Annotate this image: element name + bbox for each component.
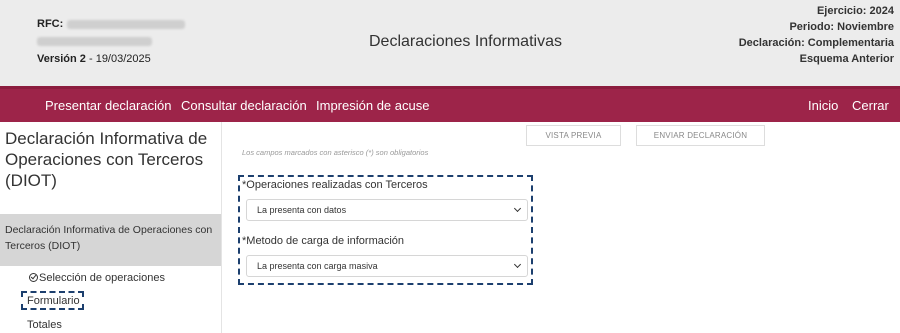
nav-consultar-declaracion[interactable]: Consultar declaración <box>181 98 307 113</box>
version-label: Versión 2 <box>37 53 86 65</box>
ejercicio-text: Ejercicio: 2024 <box>816 5 894 17</box>
check-circle-icon <box>29 273 38 282</box>
metodo-carga-select-value: La presenta con carga masiva <box>257 261 378 271</box>
sidebar-item-formulario[interactable]: Formulario <box>27 295 80 307</box>
required-fields-note: Los campos marcados con asterisco (*) so… <box>242 148 429 157</box>
operaciones-select-value: La presenta con datos <box>257 205 347 215</box>
sidebar-section-label: Declaración Informativa de Operaciones c… <box>5 224 213 252</box>
version-info: Versión 2 - 19/03/2025 <box>37 53 151 65</box>
metodo-carga-select[interactable]: La presenta con carga masiva <box>246 255 528 277</box>
declaration-info: Ejercicio: 2024 Periodo: Noviembre Decla… <box>739 3 894 67</box>
nav-presentar-declaracion[interactable]: Presentar declaración <box>45 98 171 113</box>
rfc-redacted-value <box>67 20 185 29</box>
version-date: - 19/03/2025 <box>85 53 151 65</box>
declaracion-text: Declaración: Complementaria <box>738 37 894 49</box>
operaciones-label: *Operaciones realizadas con Terceros <box>242 179 428 191</box>
nav-inicio[interactable]: Inicio <box>808 98 838 113</box>
content-divider <box>221 122 222 333</box>
nav-cerrar[interactable]: Cerrar <box>852 98 889 113</box>
nav-impresion-acuse[interactable]: Impresión de acuse <box>316 98 429 113</box>
vista-previa-button[interactable]: VISTA PREVIA <box>526 125 621 146</box>
sidebar-item-totales[interactable]: Totales <box>27 319 62 331</box>
main-nav: Presentar declaración Consultar declarac… <box>0 86 900 122</box>
chevron-down-icon <box>513 204 522 213</box>
page-title: Declaraciones Informativas <box>369 33 562 50</box>
rfc-label: RFC: <box>37 18 64 30</box>
chevron-down-icon <box>513 260 522 269</box>
periodo-text: Periodo: Noviembre <box>789 21 894 33</box>
sidebar-item-label: Selección de operaciones <box>39 272 165 284</box>
header: RFC: Versión 2 - 19/03/2025 Declaracione… <box>0 0 900 86</box>
sidebar-section-diot[interactable]: Declaración Informativa de Operaciones c… <box>0 214 221 266</box>
operaciones-select[interactable]: La presenta con datos <box>246 199 528 221</box>
metodo-carga-label: *Metodo de carga de información <box>242 235 405 247</box>
sidebar-item-seleccion-operaciones[interactable]: Selección de operaciones <box>29 272 165 284</box>
esquema-text: Esquema Anterior <box>799 53 894 65</box>
enviar-declaracion-button[interactable]: ENVIAR DECLARACIÓN <box>636 125 765 146</box>
name-redacted-value <box>37 37 152 46</box>
sidebar-title: Declaración Informativa de Operaciones c… <box>5 129 208 190</box>
